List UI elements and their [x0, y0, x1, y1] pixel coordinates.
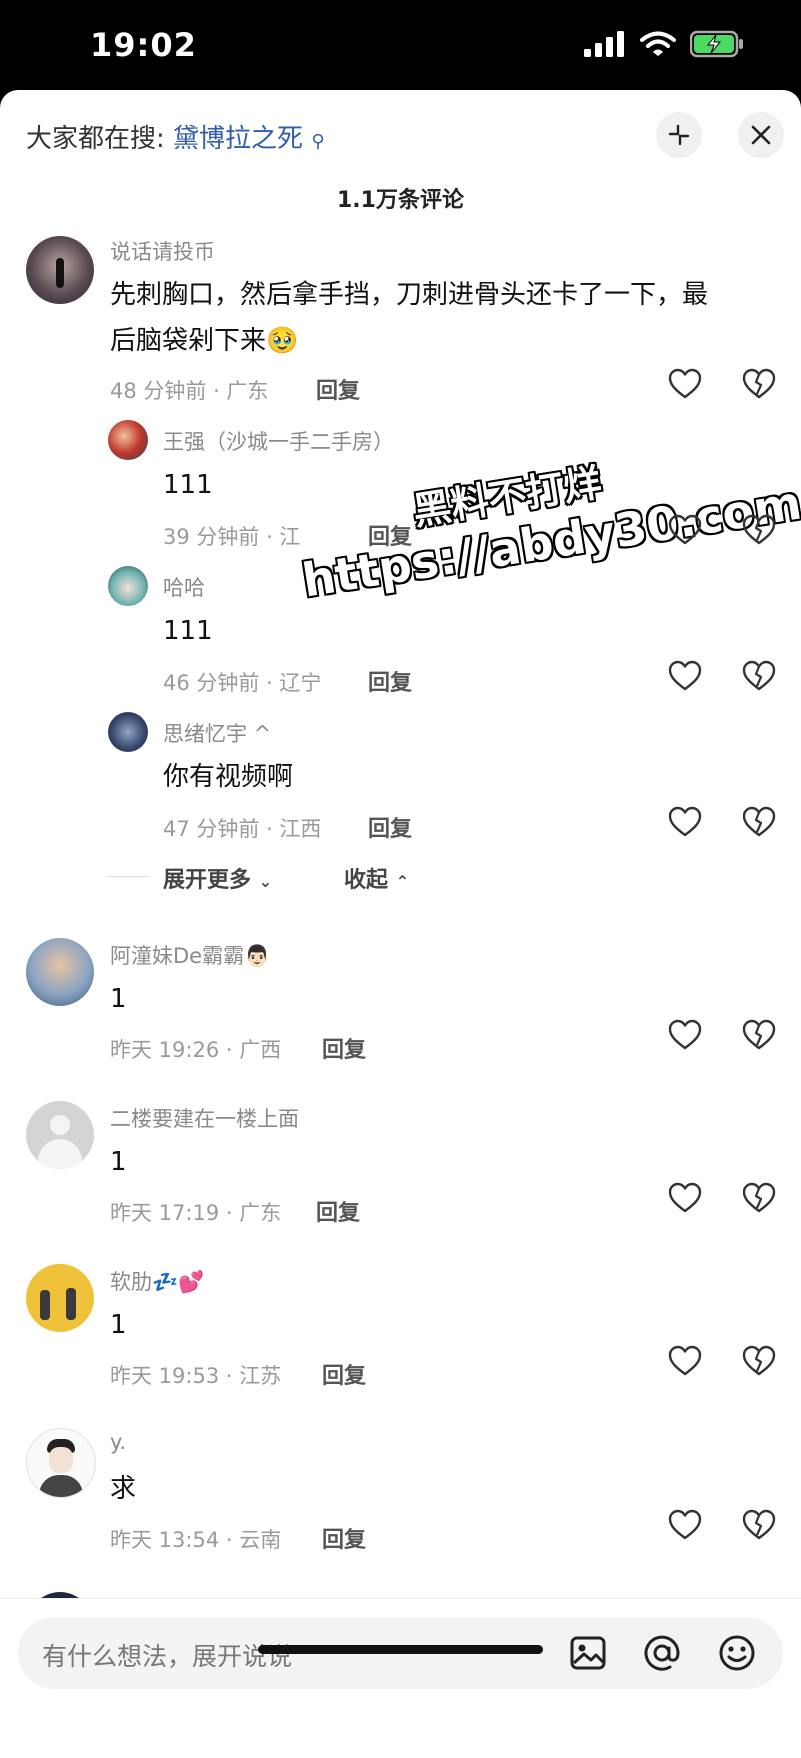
dislike-icon[interactable] [742, 1019, 776, 1051]
search-prefix: 大家都在搜: [26, 124, 165, 154]
battery-icon [690, 30, 743, 58]
like-icon[interactable] [668, 806, 702, 838]
divider [108, 876, 148, 877]
avatar[interactable] [26, 1101, 94, 1169]
comment-text: 1 [110, 984, 127, 1014]
search-keyword[interactable]: 黛博拉之死 [173, 124, 303, 154]
reply-button[interactable]: 回复 [368, 665, 412, 697]
comment-text: 1 [110, 1310, 127, 1340]
username-text: 软肋 [110, 1270, 152, 1294]
search-suggestion[interactable]: 大家都在搜: 黛博拉之死 ⚲ [26, 118, 325, 155]
dislike-icon[interactable] [742, 1345, 776, 1377]
close-button[interactable] [738, 112, 784, 158]
emoji: 👨🏻 [244, 944, 271, 968]
search-icon: ⚲ [311, 131, 325, 152]
comment-text: 1 [110, 1147, 127, 1177]
comment-meta: 48 分钟前 · 广东 [110, 379, 269, 403]
wifi-icon [640, 31, 676, 56]
home-indicator [258, 1645, 543, 1654]
dislike-icon[interactable] [742, 1182, 776, 1214]
dislike-icon[interactable] [742, 660, 776, 692]
status-time: 19:02 [90, 26, 197, 64]
like-icon[interactable] [668, 1509, 702, 1541]
comments-sheet: 大家都在搜: 黛博拉之死 ⚲ 1.1万条评论 说话请投币 先刺胸口，然后拿手挡，… [0, 90, 801, 1758]
input-placeholder: 有什么想法，展开说说 [42, 1642, 293, 1671]
reply-username[interactable]: 思绪忆宇 ^ [163, 718, 271, 748]
expand-more-button[interactable]: 展开更多 ⌄ [163, 862, 272, 894]
expand-more-label: 展开更多 [163, 868, 252, 893]
dislike-icon[interactable] [742, 368, 776, 400]
reply-button[interactable]: 回复 [322, 1358, 366, 1390]
reply-text: 111 [163, 470, 213, 500]
collapse-button[interactable] [656, 112, 702, 158]
reply-text: 你有视频啊 [163, 762, 294, 792]
image-icon[interactable] [566, 1631, 610, 1675]
comment-meta: 昨天 17:19 · 广东 [110, 1201, 282, 1225]
collapse-replies-button[interactable]: 收起 ⌃ [344, 862, 409, 894]
comment-count: 1.1万条评论 [337, 188, 464, 213]
comment-text: 求 [110, 1474, 137, 1504]
reply-username[interactable]: 王强（沙城一手二手房） [163, 426, 394, 456]
avatar[interactable] [26, 1264, 94, 1332]
avatar[interactable] [108, 566, 148, 606]
dislike-icon[interactable] [742, 514, 776, 546]
username-text: 阿潼妹De霸霸 [110, 944, 245, 968]
reply-meta: 39 分钟前 · 江 [163, 525, 301, 549]
comment-username[interactable]: y. [110, 1430, 126, 1454]
comment-username[interactable]: 说话请投币 [110, 236, 215, 266]
avatar[interactable] [108, 420, 148, 460]
comment-text-line: 先刺胸口，然后拿手挡，刀刺进骨头还卡了一下，最 [110, 280, 709, 310]
chevron-up-icon: ⌃ [395, 872, 410, 891]
reply-button[interactable]: 回复 [316, 1195, 360, 1227]
emoji: 💤💕 [152, 1270, 205, 1294]
emoji: 🥹 [266, 326, 299, 356]
comment-text: 先刺胸口，然后拿手挡，刀刺进骨头还卡了一下，最 后脑袋剁下来🥹 [110, 272, 708, 364]
comment-username[interactable]: 软肋💤💕 [110, 1266, 204, 1296]
comment-username[interactable]: 阿潼妹De霸霸👨🏻 [110, 940, 270, 970]
like-icon[interactable] [668, 660, 702, 692]
reply-meta: 46 分钟前 · 辽宁 [163, 671, 322, 695]
emoji-icon[interactable] [715, 1631, 759, 1675]
reply-text: 111 [163, 616, 213, 646]
dislike-icon[interactable] [742, 1509, 776, 1541]
like-icon[interactable] [668, 1345, 702, 1377]
comment-meta: 昨天 13:54 · 云南 [110, 1528, 282, 1552]
reply-username[interactable]: 哈哈 [163, 572, 205, 602]
status-bar: 19:02 [0, 0, 801, 90]
comment-username[interactable]: 二楼要建在一楼上面 [110, 1103, 299, 1133]
like-icon[interactable] [668, 368, 702, 400]
reply-button[interactable]: 回复 [322, 1032, 366, 1064]
comment-text-line: 后脑袋剁下来 [110, 326, 267, 356]
collapse-icon [668, 124, 690, 146]
comment-meta: 昨天 19:53 · 江苏 [110, 1364, 282, 1388]
reply-button[interactable]: 回复 [368, 811, 412, 843]
dislike-icon[interactable] [742, 806, 776, 838]
comment-meta: 昨天 19:26 · 广西 [110, 1038, 282, 1062]
collapse-label: 收起 [344, 868, 389, 893]
like-icon[interactable] [668, 1019, 702, 1051]
like-icon[interactable] [668, 514, 702, 546]
reply-button[interactable]: 回复 [316, 373, 360, 405]
like-icon[interactable] [668, 1182, 702, 1214]
reply-button[interactable]: 回复 [322, 1522, 366, 1554]
reply-meta: 47 分钟前 · 江西 [163, 817, 322, 841]
avatar[interactable] [26, 236, 94, 304]
avatar[interactable] [108, 712, 148, 752]
at-icon[interactable] [640, 1631, 684, 1675]
chevron-down-icon: ⌄ [258, 872, 273, 891]
close-icon [751, 125, 771, 145]
avatar[interactable] [26, 938, 94, 1006]
signal-icon [584, 31, 624, 57]
avatar[interactable] [26, 1428, 96, 1498]
